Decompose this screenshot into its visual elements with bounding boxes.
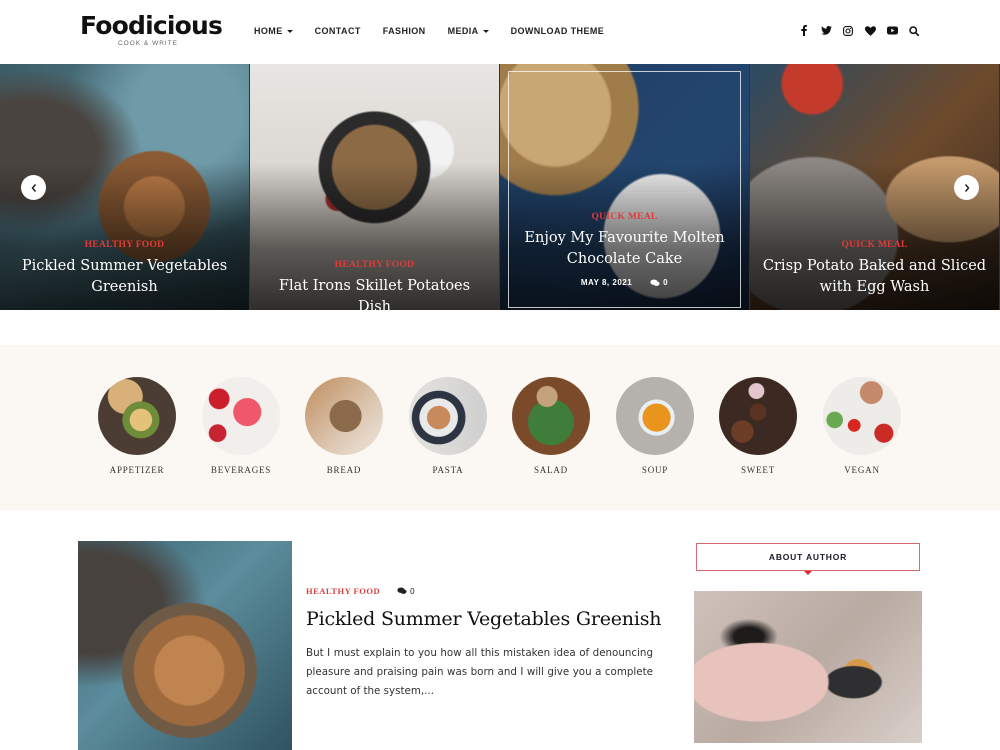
- about-author-heading: ABOUT AUTHOR: [696, 543, 920, 575]
- category-image: [305, 377, 383, 455]
- category-image: [616, 377, 694, 455]
- slide-caption: QUICK MEAL Crisp Potato Baked and Sliced…: [762, 240, 987, 298]
- nav-item-label: HOME: [254, 26, 283, 36]
- youtube-icon[interactable]: [886, 24, 898, 37]
- nav-item-label: FASHION: [382, 26, 426, 36]
- site-header: Foodicious COOK & WRITE HOME CONTACT FAS…: [0, 0, 1000, 64]
- slide-title[interactable]: Pickled Summer Vegetables Greenish: [12, 256, 237, 298]
- slider-prev-button[interactable]: [21, 175, 46, 200]
- slide-date[interactable]: MAY 8, 2021: [581, 278, 632, 287]
- post-comments[interactable]: 0: [397, 586, 415, 596]
- category-band: APPETIZER BEVERAGES BREAD PASTA SALAD SO…: [0, 345, 1000, 510]
- slider-next-button[interactable]: [954, 175, 979, 200]
- caret-down-icon: [482, 29, 489, 33]
- comments-icon: [650, 279, 660, 286]
- slide[interactable]: HEALTHY FOOD Flat Irons Skillet Potatoes…: [250, 64, 500, 310]
- post-excerpt: But I must explain to you how all this m…: [306, 647, 653, 697]
- category-label: SALAD: [533, 465, 568, 475]
- post-meta: HEALTHY FOOD 0: [306, 586, 415, 596]
- chevron-right-icon: [964, 183, 969, 192]
- category-vegan[interactable]: VEGAN: [822, 377, 902, 475]
- category-label: BREAD: [326, 465, 362, 475]
- category-pasta[interactable]: PASTA: [408, 377, 488, 475]
- slide-category[interactable]: QUICK MEAL: [762, 240, 987, 250]
- category-image: [409, 377, 487, 455]
- slide-active[interactable]: QUICK MEAL Enjoy My Favourite Molten Cho…: [500, 64, 750, 310]
- post-thumbnail[interactable]: [78, 541, 292, 750]
- slide-caption: HEALTHY FOOD Pickled Summer Vegetables G…: [12, 240, 237, 298]
- slide-category[interactable]: HEALTHY FOOD: [12, 240, 237, 250]
- nav-item-label: MEDIA: [447, 26, 479, 36]
- slide-category[interactable]: HEALTHY FOOD: [262, 260, 487, 270]
- nav-item-home[interactable]: HOME: [254, 26, 293, 36]
- site-logo[interactable]: Foodicious COOK & WRITE: [80, 12, 223, 48]
- facebook-icon[interactable]: [798, 24, 810, 37]
- slide-caption: QUICK MEAL Enjoy My Favourite Molten Cho…: [512, 212, 737, 287]
- nav-item-download-theme[interactable]: DOWNLOAD THEME: [511, 26, 605, 36]
- slide-title[interactable]: Enjoy My Favourite Molten Chocolate Cake: [512, 228, 737, 270]
- category-image: [512, 377, 590, 455]
- category-image: [98, 377, 176, 455]
- caret-down-icon: [286, 29, 293, 33]
- post-comment-count: 0: [410, 586, 415, 596]
- category-image: [823, 377, 901, 455]
- heading-notch: [804, 571, 812, 575]
- slide-category[interactable]: QUICK MEAL: [512, 212, 737, 222]
- slide-title[interactable]: Flat Irons Skillet Potatoes Dish: [262, 276, 487, 310]
- logo-tagline: COOK & WRITE: [117, 40, 179, 47]
- nav-item-label: DOWNLOAD THEME: [510, 26, 605, 36]
- category-label: BEVERAGES: [210, 465, 272, 475]
- main-nav: HOME CONTACT FASHION MEDIA DOWNLOAD THEM…: [254, 26, 626, 36]
- category-soup[interactable]: SOUP: [615, 377, 695, 475]
- author-image: [694, 591, 922, 743]
- slide-title[interactable]: Crisp Potato Baked and Sliced with Egg W…: [762, 256, 987, 298]
- category-sweet[interactable]: SWEET: [718, 377, 798, 475]
- instagram-icon[interactable]: [842, 24, 854, 37]
- featured-slider: HEALTHY FOOD Pickled Summer Vegetables G…: [0, 64, 1000, 310]
- slide-comment-count: 0: [663, 278, 669, 287]
- slide-caption: HEALTHY FOOD Flat Irons Skillet Potatoes…: [262, 260, 487, 310]
- nav-item-fashion[interactable]: FASHION: [383, 26, 426, 36]
- category-beverages[interactable]: BEVERAGES: [201, 377, 281, 475]
- about-author-title: ABOUT AUTHOR: [768, 552, 848, 562]
- slide-comments[interactable]: 0: [650, 278, 668, 287]
- category-image: [719, 377, 797, 455]
- twitter-icon[interactable]: [820, 24, 832, 37]
- category-label: SWEET: [741, 465, 775, 475]
- nav-item-label: CONTACT: [314, 26, 361, 36]
- nav-item-media[interactable]: MEDIA: [448, 26, 489, 36]
- post-title[interactable]: Pickled Summer Vegetables Greenish: [306, 608, 662, 630]
- category-label: PASTA: [432, 465, 464, 475]
- nav-item-contact[interactable]: CONTACT: [315, 26, 361, 36]
- category-label: VEGAN: [844, 465, 880, 475]
- slide-meta: MAY 8, 2021 0: [512, 278, 737, 287]
- chevron-left-icon: [31, 183, 36, 192]
- search-icon[interactable]: [908, 24, 920, 37]
- post-category[interactable]: HEALTHY FOOD: [306, 586, 380, 596]
- logo-title[interactable]: Foodicious: [80, 12, 223, 40]
- social-links: [788, 24, 920, 37]
- heart-icon[interactable]: [864, 24, 876, 37]
- category-image: [202, 377, 280, 455]
- category-appetizer[interactable]: APPETIZER: [97, 377, 177, 475]
- category-label: APPETIZER: [109, 465, 165, 475]
- category-label: SOUP: [641, 465, 669, 475]
- comments-icon: [397, 587, 407, 594]
- category-bread[interactable]: BREAD: [304, 377, 384, 475]
- category-salad[interactable]: SALAD: [511, 377, 591, 475]
